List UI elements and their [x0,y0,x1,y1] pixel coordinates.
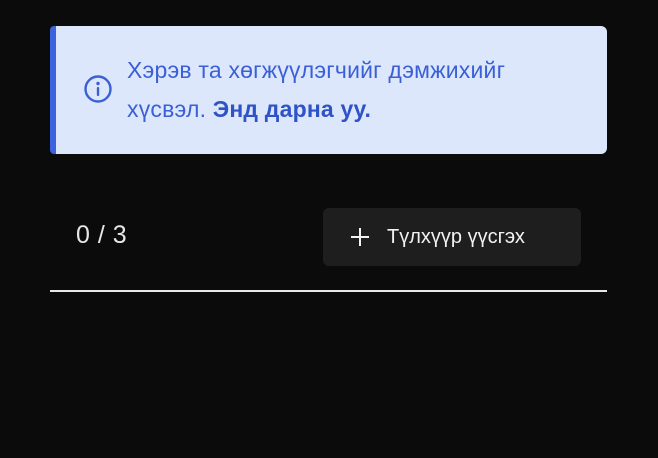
key-count: 0 / 3 [76,221,128,249]
create-key-button[interactable]: Түлхүүр үүсгэх [323,208,581,266]
support-link[interactable]: Энд дарна уу. [213,96,371,122]
support-developer-notice: Хэрэв та хөгжүүлэгчийг дэмжихийг хүсвэл.… [50,26,607,154]
plus-icon [349,226,371,248]
create-key-button-label: Түлхүүр үүсгэх [387,225,525,248]
info-icon [83,74,113,104]
notice-text: Хэрэв та хөгжүүлэгчийг дэмжихийг хүсвэл.… [127,51,587,129]
api-keys-page: Хэрэв та хөгжүүлэгчийг дэмжихийг хүсвэл.… [0,0,658,458]
divider [50,290,607,292]
